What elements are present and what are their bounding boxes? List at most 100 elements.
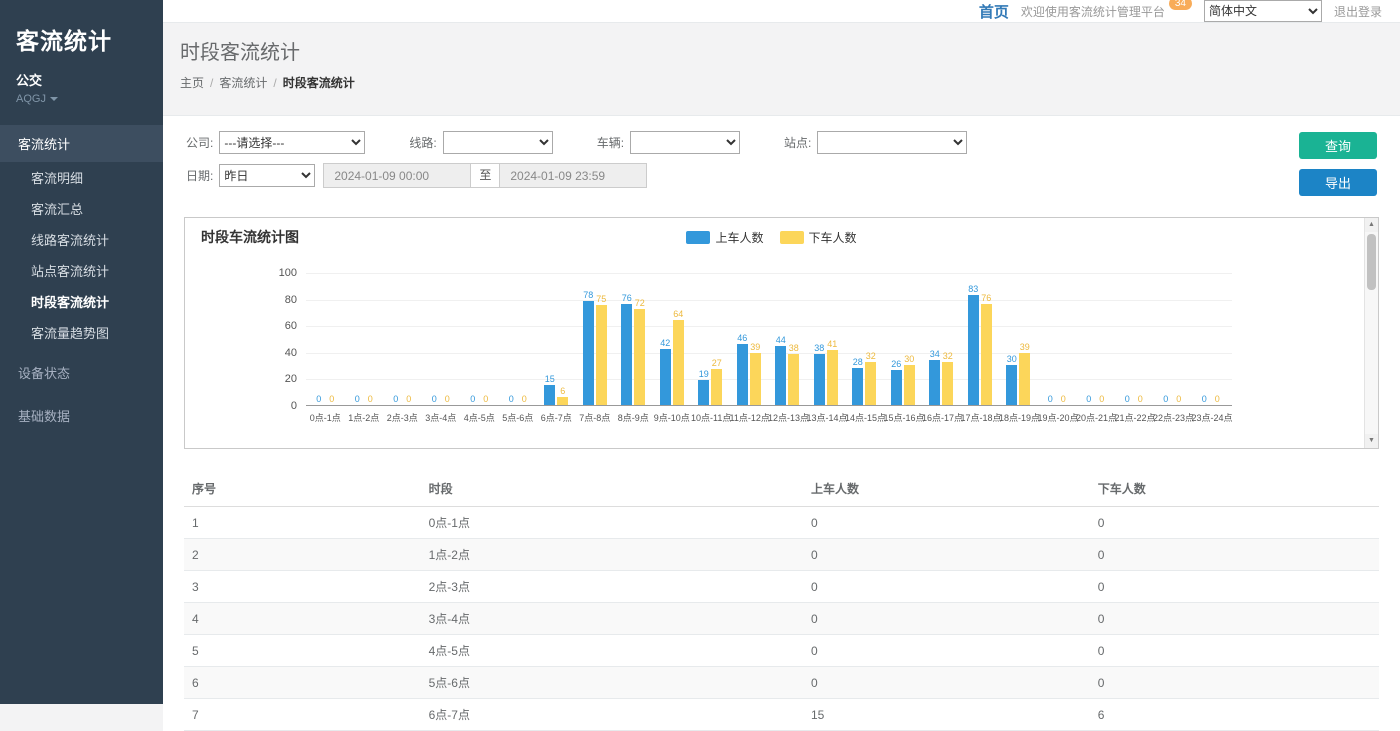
breadcrumb-home[interactable]: 主页 [180, 76, 204, 90]
table-cell: 0 [1090, 635, 1379, 667]
x-axis-tick-label: 12点-13点 [768, 411, 807, 424]
x-axis-tick-label: 16点-17点 [922, 411, 961, 424]
bar[interactable] [904, 365, 915, 405]
bar[interactable] [891, 370, 902, 405]
table-cell: 6点-7点 [421, 699, 803, 731]
x-axis-tick-label: 11点-12点 [730, 411, 769, 424]
date-end-input[interactable] [499, 163, 647, 188]
bar[interactable] [583, 301, 594, 405]
bar-group: 00 [383, 273, 422, 405]
table-header-row: 序号时段上车人数下车人数 [184, 471, 1379, 507]
bar-group: 00 [1153, 273, 1192, 405]
sidebar-company-code-dropdown[interactable]: AQGJ [16, 93, 147, 105]
bar[interactable] [1006, 365, 1017, 405]
scrollbar-thumb[interactable] [1367, 234, 1376, 290]
scrollbar-down-icon[interactable]: ▼ [1365, 434, 1378, 448]
bar-wrap: 27 [711, 273, 722, 405]
notification-badge[interactable]: 34 [1169, 0, 1192, 10]
bar[interactable] [544, 385, 555, 405]
bar-wrap: 0 [1122, 273, 1133, 405]
bar[interactable] [660, 349, 671, 405]
station-select[interactable] [817, 131, 967, 154]
sidebar-item[interactable]: 站点客流统计 [0, 255, 163, 286]
date-preset-select[interactable]: 昨日 [219, 164, 315, 187]
bar[interactable] [981, 304, 992, 405]
page-title: 时段客流统计 [180, 36, 1383, 65]
line-select[interactable] [443, 131, 553, 154]
bar-value-label: 0 [1125, 394, 1130, 404]
export-button[interactable]: 导出 [1299, 169, 1377, 196]
bar-value-label: 41 [827, 339, 837, 349]
bar[interactable] [750, 353, 761, 405]
x-axis-tick-label: 4点-5点 [460, 411, 499, 424]
bar[interactable] [737, 344, 748, 405]
chart-scrollbar[interactable]: ▲ ▼ [1364, 218, 1378, 448]
bar[interactable] [852, 368, 863, 405]
bar-value-label: 0 [445, 394, 450, 404]
bar-wrap: 30 [904, 273, 915, 405]
bar[interactable] [1019, 353, 1030, 405]
bar[interactable] [968, 295, 979, 405]
company-select[interactable]: ---请选择--- [219, 131, 365, 154]
x-axis-tick-label: 6点-7点 [537, 411, 576, 424]
bar-wrap: 0 [390, 273, 401, 405]
bar-wrap: 0 [403, 273, 414, 405]
table-cell: 0点-1点 [421, 507, 803, 539]
table-row: 65点-6点00 [184, 667, 1379, 699]
y-axis-tick-label: 100 [279, 267, 297, 279]
sidebar-header: 客流统计 公交 AQGJ [0, 0, 163, 115]
bar[interactable] [865, 362, 876, 405]
bar[interactable] [929, 360, 940, 405]
logout-link[interactable]: 退出登录 [1334, 3, 1382, 20]
bar-wrap: 0 [1135, 273, 1146, 405]
sidebar-item[interactable]: 设备状态 [0, 354, 163, 391]
table-row: 76点-7点156 [184, 699, 1379, 731]
bar[interactable] [673, 320, 684, 405]
bar[interactable] [596, 305, 607, 405]
bar[interactable] [827, 350, 838, 405]
home-link[interactable]: 首页 [979, 1, 1009, 22]
bar-group: 3841 [807, 273, 846, 405]
table-row: 32点-3点00 [184, 571, 1379, 603]
sidebar-item[interactable]: 客流统计 [0, 125, 163, 162]
bar[interactable] [775, 346, 786, 405]
bar-group: 00 [345, 273, 384, 405]
x-axis-tick-label: 3点-4点 [422, 411, 461, 424]
bar[interactable] [698, 380, 709, 405]
bar-value-label: 0 [1099, 394, 1104, 404]
legend-item-boarding[interactable]: 上车人数 [686, 229, 763, 246]
bar-group: 4639 [730, 273, 769, 405]
bar-wrap: 34 [929, 273, 940, 405]
sidebar-item[interactable]: 线路客流统计 [0, 224, 163, 255]
bar-group: 4438 [768, 273, 807, 405]
vehicle-select[interactable] [630, 131, 740, 154]
date-start-input[interactable] [323, 163, 471, 188]
bar[interactable] [557, 397, 568, 405]
bar[interactable] [711, 369, 722, 405]
bar-wrap: 0 [1199, 273, 1210, 405]
table-cell: 0 [1090, 571, 1379, 603]
bar-value-label: 0 [1086, 394, 1091, 404]
sidebar-item[interactable]: 时段客流统计 [0, 286, 163, 317]
bar[interactable] [942, 362, 953, 405]
sidebar-item[interactable]: 客流明细 [0, 162, 163, 193]
passenger-table: 序号时段上车人数下车人数 10点-1点0021点-2点0032点-3点0043点… [184, 471, 1379, 731]
language-select[interactable]: 简体中文 [1204, 0, 1322, 22]
scrollbar-up-icon[interactable]: ▲ [1365, 218, 1378, 232]
table-cell: 0 [1090, 667, 1379, 699]
bar[interactable] [621, 304, 632, 405]
legend-item-alighting[interactable]: 下车人数 [780, 229, 857, 246]
query-button[interactable]: 查询 [1299, 132, 1377, 159]
sidebar-item[interactable]: 客流量趋势图 [0, 317, 163, 348]
app-window: 客流统计 公交 AQGJ 客流统计客流明细客流汇总线路客流统计站点客流统计时段客… [0, 0, 1400, 704]
sidebar-item[interactable]: 客流汇总 [0, 193, 163, 224]
bar[interactable] [788, 354, 799, 405]
table-header-cell: 序号 [184, 471, 421, 507]
bar[interactable] [634, 309, 645, 405]
sidebar-item[interactable]: 基础数据 [0, 397, 163, 434]
bar[interactable] [814, 354, 825, 405]
bar-group: 00 [1076, 273, 1115, 405]
breadcrumb-parent[interactable]: 客流统计 [219, 76, 267, 90]
date-to-label: 至 [471, 163, 499, 188]
bar-value-label: 0 [1048, 394, 1053, 404]
